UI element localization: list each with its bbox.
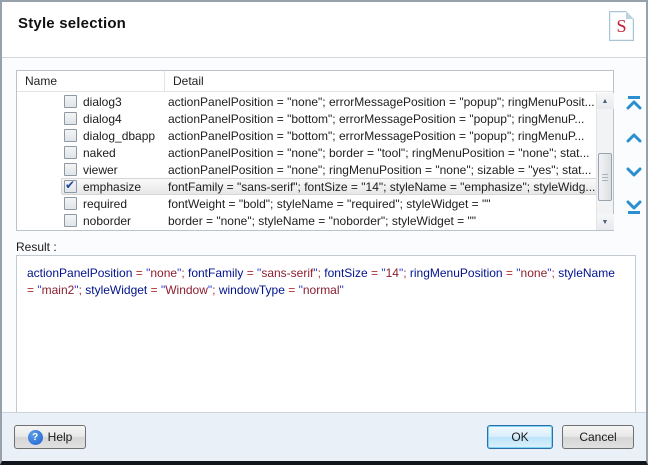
table-row[interactable]: dialog3actionPanelPosition = "none"; err…	[17, 93, 596, 110]
dialog-content: Name Detail dialog3actionPanelPosition =…	[2, 59, 646, 412]
style-detail: actionPanelPosition = "bottom"; errorMes…	[168, 112, 593, 126]
style-detail: fontFamily = "sans-serif"; fontSize = "1…	[168, 180, 595, 194]
style-checkbox[interactable]	[64, 112, 77, 125]
style-name: noborder	[83, 214, 168, 228]
column-header-detail[interactable]: Detail	[165, 71, 613, 91]
page-title: Style selection	[18, 15, 126, 32]
chevron-down-icon	[625, 164, 643, 180]
cancel-button[interactable]: Cancel	[562, 425, 634, 449]
chevron-up-icon	[625, 130, 643, 146]
help-icon: ?	[28, 430, 43, 445]
scroll-down-icon[interactable]: ▼	[597, 214, 614, 230]
styles-table: Name Detail dialog3actionPanelPosition =…	[16, 70, 614, 231]
table-row[interactable]: noborderborder = "none"; styleName = "no…	[17, 212, 596, 229]
table-row[interactable]: nakedactionPanelPosition = "none"; borde…	[17, 144, 596, 161]
row-highlight: emphasizefontFamily = "sans-serif"; font…	[61, 178, 596, 195]
style-checkbox[interactable]	[64, 197, 77, 210]
style-name: viewer	[83, 163, 168, 177]
style-name: emphasize	[83, 180, 168, 194]
scrollbar-thumb[interactable]	[598, 153, 612, 201]
help-button[interactable]: ? Help	[14, 425, 86, 449]
result-text: actionPanelPosition = "none"; fontFamily…	[27, 266, 615, 297]
result-box: actionPanelPosition = "none"; fontFamily…	[16, 255, 636, 413]
style-name: dialog3	[83, 95, 168, 109]
row-highlight: vieweractionPanelPosition = "none"; ring…	[61, 161, 596, 178]
style-detail: border = "none"; styleName = "noborder";…	[168, 214, 593, 228]
style-detail: actionPanelPosition = "none"; border = "…	[168, 146, 593, 160]
move-top-icon	[625, 95, 643, 111]
scroll-up-icon[interactable]: ▲	[597, 93, 614, 109]
scrollbar-track[interactable]	[597, 109, 614, 214]
style-detail: fontWeight = "bold"; styleName = "requir…	[168, 197, 593, 211]
row-highlight: nakedactionPanelPosition = "none"; borde…	[61, 144, 596, 161]
icon-letter: S	[610, 16, 633, 37]
style-name: dialog_dbapp	[83, 129, 168, 143]
row-highlight: requiredfontWeight = "bold"; styleName =…	[61, 195, 596, 212]
style-checkbox[interactable]	[64, 163, 77, 176]
vertical-scrollbar[interactable]: ▲ ▼	[596, 93, 613, 230]
style-selection-dialog: Style selection S Name Detail dialog3act…	[0, 0, 648, 465]
document-s-icon: S	[609, 11, 634, 41]
style-name: dialog4	[83, 112, 168, 126]
style-checkbox[interactable]	[64, 146, 77, 159]
style-detail: actionPanelPosition = "none"; ringMenuPo…	[168, 163, 593, 177]
move-up-button[interactable]	[625, 130, 643, 146]
move-down-button[interactable]	[625, 164, 643, 180]
table-row[interactable]: requiredfontWeight = "bold"; styleName =…	[17, 195, 596, 212]
style-checkbox[interactable]	[64, 180, 77, 193]
table-row[interactable]: emphasizefontFamily = "sans-serif"; font…	[17, 178, 596, 195]
row-highlight: dialog_dbappactionPanelPosition = "botto…	[61, 127, 596, 144]
row-highlight: dialog3actionPanelPosition = "none"; err…	[61, 93, 596, 110]
result-label: Result :	[16, 240, 57, 254]
style-checkbox[interactable]	[64, 95, 77, 108]
column-header-name[interactable]: Name	[17, 71, 165, 91]
style-checkbox[interactable]	[64, 129, 77, 142]
move-first-button[interactable]	[625, 95, 643, 111]
dialog-header: Style selection S	[2, 2, 646, 58]
dialog-footer: ? Help OK Cancel	[2, 412, 646, 461]
row-highlight: noborderborder = "none"; styleName = "no…	[61, 212, 596, 229]
style-name: naked	[83, 146, 168, 160]
table-row[interactable]: dialog_dbappactionPanelPosition = "botto…	[17, 127, 596, 144]
row-highlight: dialog4actionPanelPosition = "bottom"; e…	[61, 110, 596, 127]
table-row[interactable]: vieweractionPanelPosition = "none"; ring…	[17, 161, 596, 178]
reorder-buttons	[622, 95, 646, 215]
style-checkbox[interactable]	[64, 214, 77, 227]
ok-button[interactable]: OK	[487, 425, 553, 449]
table-row[interactable]: dialog4actionPanelPosition = "bottom"; e…	[17, 110, 596, 127]
table-body: dialog3actionPanelPosition = "none"; err…	[17, 93, 596, 230]
style-detail: actionPanelPosition = "none"; errorMessa…	[168, 95, 595, 109]
style-detail: actionPanelPosition = "bottom"; errorMes…	[168, 129, 593, 143]
move-last-button[interactable]	[625, 199, 643, 215]
move-bottom-icon	[625, 199, 643, 215]
style-name: required	[83, 197, 168, 211]
table-header: Name Detail	[17, 71, 613, 92]
help-label: Help	[48, 430, 73, 444]
